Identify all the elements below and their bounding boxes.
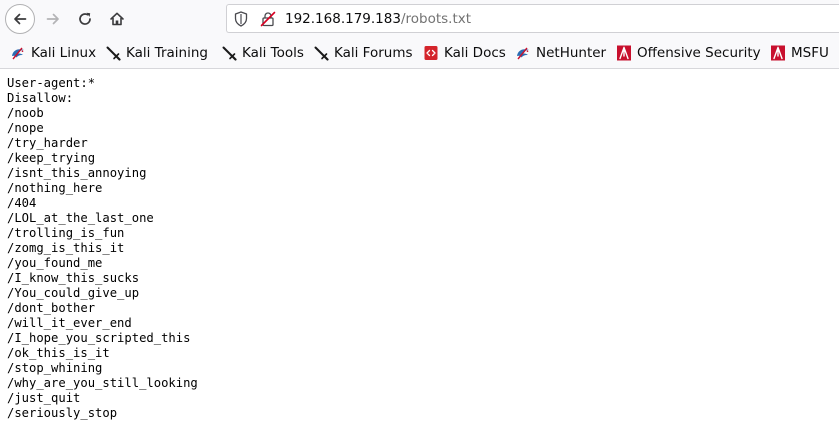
text-line: /zomg_is_this_it — [7, 241, 125, 255]
text-line: /keep_trying — [7, 151, 96, 165]
home-button[interactable] — [102, 4, 132, 34]
kali-sword-icon — [314, 46, 329, 61]
text-line: /ok_this_is_it — [7, 346, 110, 360]
kali-sword-icon — [222, 46, 237, 61]
bookmark-label: MSFU — [791, 45, 829, 61]
bookmark-kali-tools[interactable]: Kali Tools — [221, 43, 304, 63]
bookmark-label: Kali Training — [126, 45, 208, 61]
text-line: /404 — [7, 196, 37, 210]
kali-dragon-icon — [517, 47, 529, 60]
bookmark-kali-linux[interactable]: Kali Linux — [10, 43, 96, 63]
text-line: /isnt_this_annoying — [7, 166, 147, 180]
bookmark-offensive-security[interactable]: Offensive Security — [616, 43, 761, 63]
bookmark-kali-docs[interactable]: Kali Docs — [423, 43, 506, 63]
arrow-left-icon — [14, 13, 27, 25]
url-path: /robots.txt — [400, 11, 472, 27]
text-line: /I_know_this_sucks — [7, 271, 140, 285]
bookmark-label: NetHunter — [536, 45, 607, 61]
url-text[interactable]: 192.168.179.183/robots.txt — [285, 10, 471, 28]
browser-chrome: 192.168.179.183/robots.txt Kali Linux Ka… — [0, 0, 839, 69]
text-line: User-agent:* — [7, 76, 96, 90]
reload-button[interactable] — [70, 4, 100, 34]
kali-sword-icon — [106, 46, 121, 61]
text-line: /noob — [7, 106, 44, 120]
text-line: /nothing_here — [7, 181, 103, 195]
text-line: /just_quit — [7, 391, 81, 405]
text-line: /will_it_ever_end — [7, 316, 132, 330]
text-line: /stop_whining — [7, 361, 103, 375]
text-line: /try_harder — [7, 136, 88, 150]
text-line: /why_are_you_still_looking — [7, 376, 198, 390]
bookmark-label: Offensive Security — [637, 45, 761, 61]
text-line: /you_found_me — [7, 256, 103, 270]
navigation-toolbar: 192.168.179.183/robots.txt — [0, 0, 839, 38]
insecure-lock-icon[interactable] — [260, 11, 276, 27]
text-line: /trolling_is_fun — [7, 226, 125, 240]
bookmark-label: Kali Linux — [31, 45, 97, 61]
reload-icon — [79, 12, 91, 25]
home-icon — [110, 12, 124, 26]
url-host: 192.168.179.183 — [285, 11, 401, 27]
text-line: /I_hope_you_scripted_this — [7, 331, 191, 345]
text-line: /LOL_at_the_last_one — [7, 211, 154, 225]
bookmark-label: Kali Forums — [334, 45, 413, 61]
bookmark-msfu[interactable]: MSFU — [770, 43, 829, 63]
kali-dragon-icon — [12, 47, 24, 60]
robots-txt-content: User-agent:* Disallow: /noob /nope /try_… — [7, 76, 198, 421]
text-line: /seriously_stop — [7, 406, 118, 420]
shield-icon[interactable] — [234, 11, 248, 27]
address-bar[interactable]: 192.168.179.183/robots.txt — [226, 4, 839, 33]
back-button[interactable] — [5, 4, 35, 34]
bookmarks-toolbar: Kali Linux Kali Training Kali Tools Kali… — [0, 38, 839, 68]
docs-icon — [424, 46, 438, 60]
forward-button[interactable] — [38, 4, 68, 34]
bookmark-label: Kali Tools — [242, 45, 304, 61]
bookmark-label: Kali Docs — [444, 45, 506, 61]
text-line: /dont_bother — [7, 301, 96, 315]
offsec-icon — [771, 45, 785, 61]
bookmark-kali-forums[interactable]: Kali Forums — [313, 43, 413, 63]
text-line: /nope — [7, 121, 44, 135]
bookmark-kali-training[interactable]: Kali Training — [105, 43, 208, 63]
offsec-icon — [617, 45, 631, 61]
bookmark-nethunter[interactable]: NetHunter — [515, 43, 606, 63]
text-line: Disallow: — [7, 91, 74, 105]
arrow-right-icon — [46, 13, 59, 25]
text-line: /You_could_give_up — [7, 286, 140, 300]
